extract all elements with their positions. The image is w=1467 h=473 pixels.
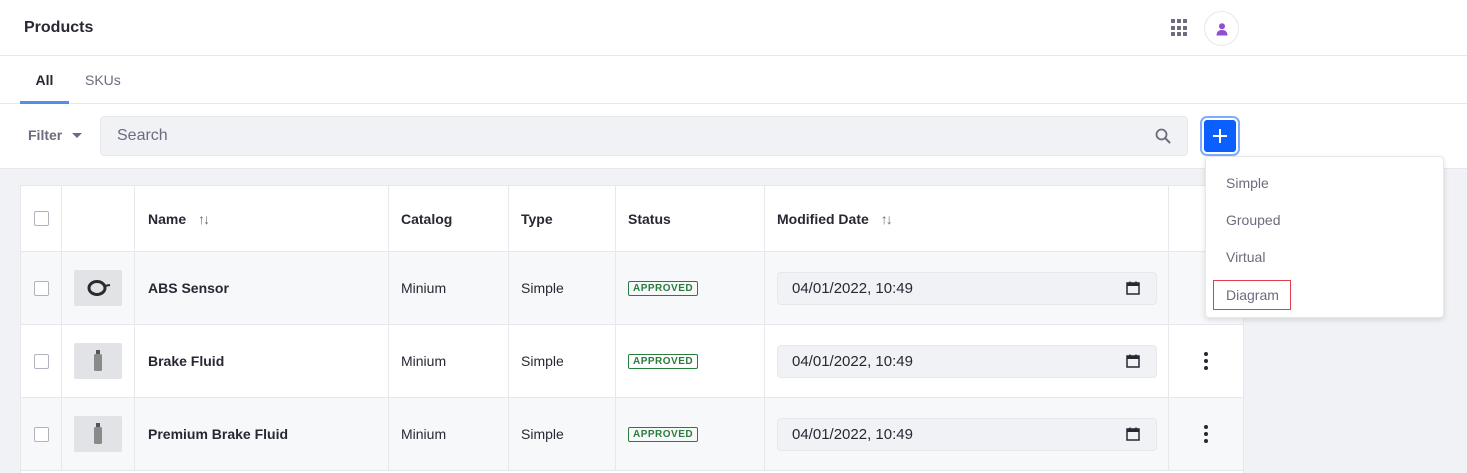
user-avatar[interactable] (1204, 11, 1239, 46)
product-name[interactable]: Premium Brake Fluid (135, 398, 389, 470)
catalog-cell: Minium (389, 252, 509, 324)
row-checkbox[interactable] (33, 426, 49, 442)
status-badge: APPROVED (628, 280, 699, 296)
search-box (100, 116, 1188, 156)
row-actions-kebab-icon[interactable] (1200, 421, 1212, 447)
type-cell: Simple (509, 252, 616, 324)
top-bar: Products (0, 0, 1467, 56)
menu-item-diagram[interactable]: Diagram (1213, 280, 1291, 310)
status-badge: APPROVED (628, 353, 699, 369)
product-name[interactable]: ABS Sensor (135, 252, 389, 324)
tab-all[interactable]: All (20, 56, 69, 104)
table-row: Premium Brake Fluid Minium Simple APPROV… (21, 398, 1243, 471)
search-input[interactable] (101, 117, 1131, 155)
calendar-icon[interactable] (1126, 281, 1140, 295)
calendar-icon[interactable] (1126, 427, 1140, 441)
status-badge: APPROVED (628, 426, 699, 442)
bottle-image (94, 350, 102, 371)
modified-date-field[interactable]: 04/01/2022, 10:49 (777, 271, 1157, 305)
add-product-menu: Simple Grouped Virtual Diagram (1205, 156, 1444, 318)
add-product-button[interactable] (1202, 118, 1238, 154)
type-cell: Simple (509, 325, 616, 397)
sensor-image (87, 280, 111, 296)
tab-skus[interactable]: SKUs (85, 56, 121, 104)
plus-icon (1213, 129, 1227, 143)
product-thumbnail (74, 416, 122, 452)
catalog-cell: Minium (389, 398, 509, 470)
select-all-checkbox[interactable] (33, 211, 49, 226)
menu-item-grouped[interactable]: Grouped (1226, 212, 1280, 228)
catalog-cell: Minium (389, 325, 509, 397)
filter-dropdown[interactable]: Filter (28, 127, 83, 143)
bottle-image (94, 423, 102, 444)
table-row: Brake Fluid Minium Simple APPROVED 04/01… (21, 325, 1243, 398)
calendar-icon[interactable] (1126, 354, 1140, 368)
row-checkbox[interactable] (33, 353, 49, 369)
menu-item-simple[interactable]: Simple (1226, 175, 1269, 191)
sort-icon[interactable]: ↑↓ (198, 211, 210, 227)
product-name[interactable]: Brake Fluid (135, 325, 389, 397)
column-header-catalog: Catalog (389, 186, 509, 251)
table-header-row: Name ↑↓ Catalog Type Status Modified Date… (21, 186, 1243, 252)
table-row: ABS Sensor Minium Simple APPROVED 04/01/… (21, 252, 1243, 325)
apps-grid-icon[interactable] (1170, 18, 1190, 38)
type-cell: Simple (509, 398, 616, 470)
products-table: Name ↑↓ Catalog Type Status Modified Date… (20, 185, 1244, 473)
user-icon (1216, 22, 1227, 35)
product-thumbnail (74, 270, 122, 306)
filter-label: Filter (28, 127, 63, 143)
product-thumbnail (74, 343, 122, 379)
modified-date-field[interactable]: 04/01/2022, 10:49 (777, 417, 1157, 451)
sort-icon[interactable]: ↑↓ (881, 211, 893, 227)
caret-down-icon (72, 132, 83, 138)
modified-date-field[interactable]: 04/01/2022, 10:49 (777, 344, 1157, 378)
tab-bar: All SKUs (0, 56, 1467, 104)
column-header-status: Status (616, 186, 765, 251)
column-header-name[interactable]: Name ↑↓ (135, 186, 389, 251)
search-icon[interactable] (1155, 128, 1171, 144)
row-checkbox[interactable] (33, 280, 49, 296)
page-title: Products (24, 19, 94, 36)
row-actions-kebab-icon[interactable] (1200, 348, 1212, 374)
menu-item-virtual[interactable]: Virtual (1226, 249, 1265, 265)
column-header-type: Type (509, 186, 616, 251)
column-header-modified-date[interactable]: Modified Date ↑↓ (765, 186, 1169, 251)
